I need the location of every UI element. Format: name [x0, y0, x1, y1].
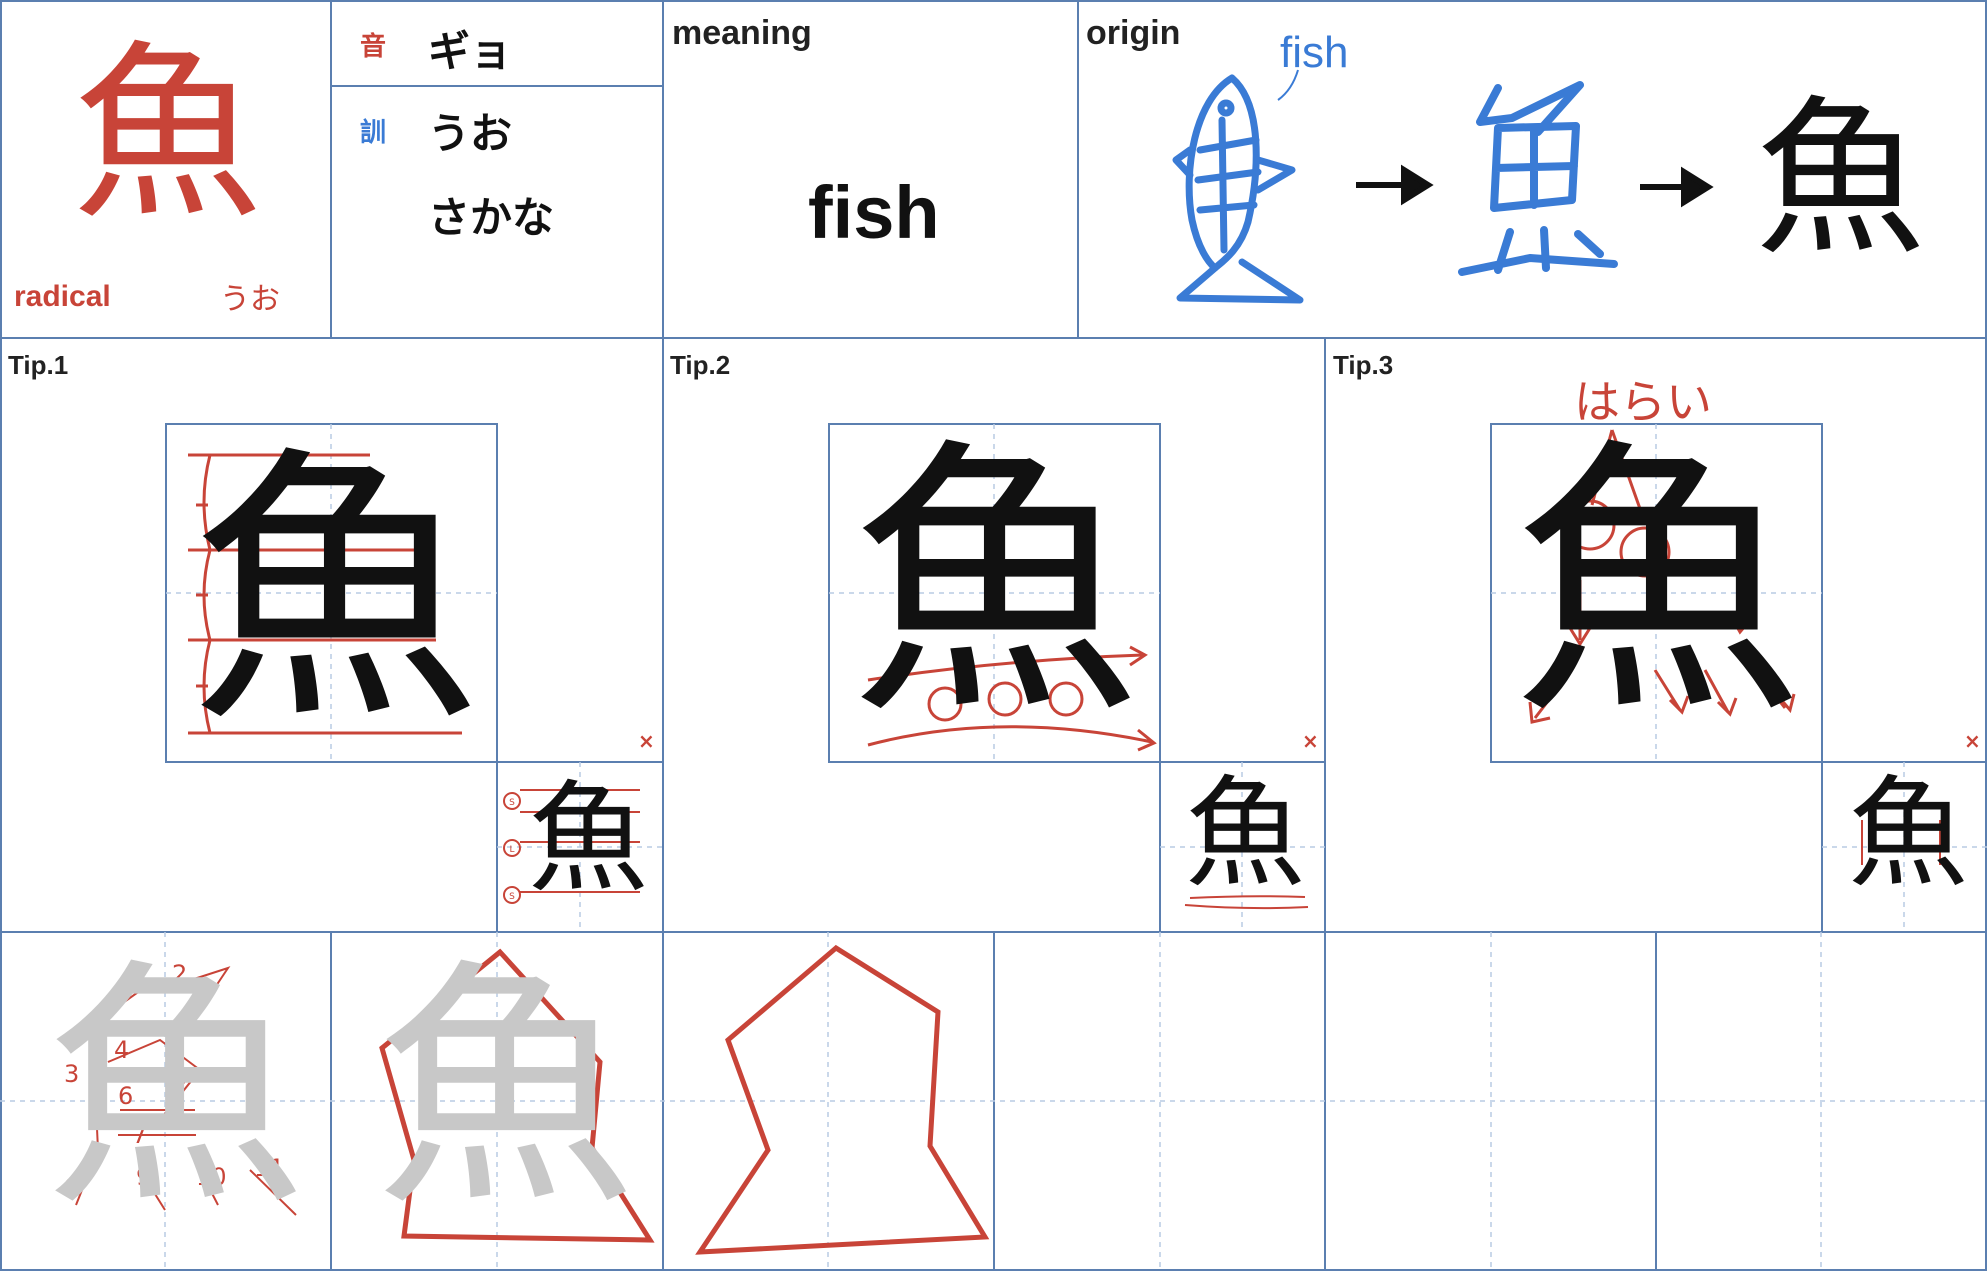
kun-reading-1: うお: [428, 109, 513, 158]
origin-modern-kanji: 魚: [1755, 81, 1926, 279]
origin-label: origin: [1086, 14, 1181, 52]
tip3-mini-kanji: 魚: [1848, 765, 1968, 904]
marker-s-top: S: [509, 798, 515, 808]
practice-trace-kanji: 魚: [375, 939, 635, 1241]
origin-note: fish: [1280, 28, 1349, 77]
marker-l: L: [509, 845, 514, 855]
kun-reading-tag: 訓: [360, 118, 387, 148]
radical-kanji: 魚: [72, 24, 263, 245]
meaning-value: fish: [808, 171, 940, 254]
tip1-mini-kanji: 魚: [528, 770, 648, 909]
tip2-mini-kanji: 魚: [1185, 765, 1305, 904]
kun-reading-2: さかな: [428, 193, 555, 242]
radical-reading: うお: [220, 283, 280, 316]
close-mark-tip2: ×: [1302, 729, 1319, 753]
marker-s-bottom: S: [509, 892, 515, 902]
meaning-label: meaning: [672, 14, 812, 52]
close-mark-tip3: ×: [1964, 729, 1981, 753]
kanji-worksheet: S L S × × × 1 2 3 4 5 6 7 8 9 10 11 魚 ra…: [0, 0, 1987, 1271]
tip1-label: Tip.1: [8, 350, 69, 380]
fish-pictograph-icon: [1172, 74, 1304, 304]
transitional-form-icon: [1458, 81, 1618, 276]
on-reading-tag: 音: [360, 32, 387, 62]
tip3-label: Tip.3: [1333, 350, 1394, 380]
on-reading: ギョ: [428, 27, 513, 76]
tip3-kanji: 魚: [1512, 416, 1802, 753]
tip2-kanji: 魚: [850, 416, 1140, 753]
tip1-kanji: 魚: [190, 424, 480, 761]
close-mark-tip1: ×: [638, 729, 655, 753]
radical-label: radical: [14, 280, 111, 313]
tip2-label: Tip.2: [670, 350, 731, 380]
stroke-order-kanji: 魚: [45, 939, 305, 1241]
